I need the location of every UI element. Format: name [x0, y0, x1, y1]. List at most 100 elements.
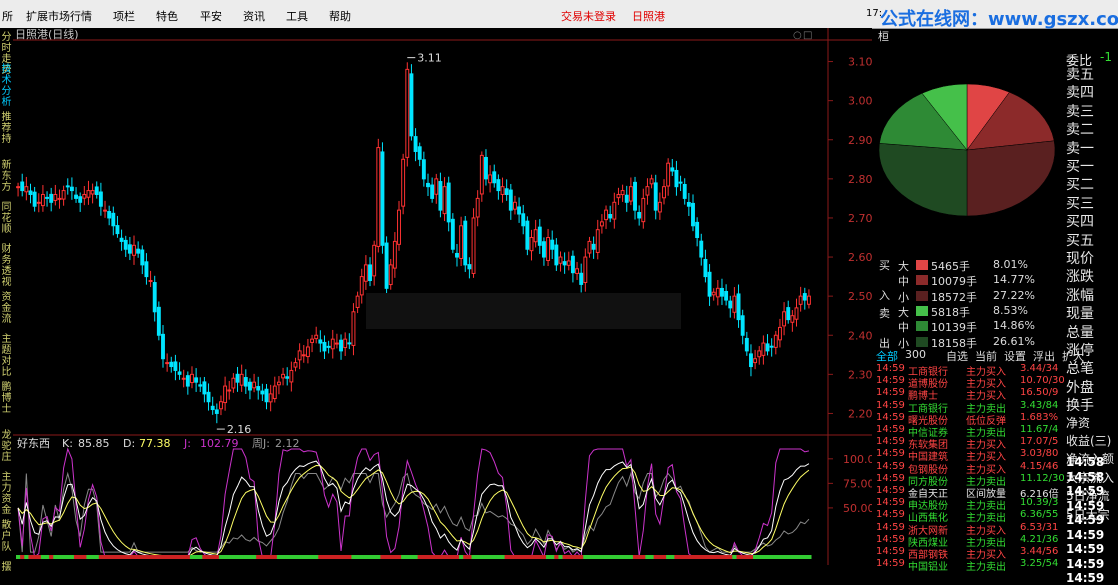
- indicator-tick-label: 100.00: [843, 453, 872, 466]
- flow-swatch: [916, 275, 928, 286]
- candle-body: [181, 377, 186, 380]
- quote-label: 买一: [1066, 159, 1094, 175]
- signal-bar: [73, 555, 79, 559]
- candle-body: [550, 239, 555, 250]
- quote-label: 买四: [1066, 214, 1094, 231]
- menu-bar: 所 扩展市场行情 项栏 特色 平安 资讯 工具 帮助 交易未登录 日照港 17:…: [0, 0, 1118, 30]
- sidebar-tab[interactable]: 推荐持: [0, 112, 13, 158]
- candle-body: [355, 295, 360, 308]
- signal-bar: [380, 555, 386, 559]
- candle-body: [190, 373, 194, 384]
- menu-item-columns[interactable]: 项栏: [113, 8, 135, 24]
- candle-body: [314, 334, 319, 340]
- signal-bar: [715, 555, 721, 559]
- main-chart[interactable]: 3.10 3.00 2.90 2.80 2.70 2.60 2.50 2.40 2.30 2.20…: [13, 28, 872, 565]
- low-price-label: 2.16: [227, 423, 252, 436]
- signal-bar: [736, 555, 742, 559]
- trade-filter-tab[interactable]: 设置: [1004, 348, 1026, 364]
- signal-bar: [388, 555, 394, 559]
- trade-filter-tab[interactable]: 自选: [946, 348, 968, 364]
- sidebar-tab[interactable]: 主力资金: [0, 472, 13, 518]
- indicator-week-label: 周J:: [252, 437, 270, 450]
- time-label: 14:59: [1066, 484, 1105, 498]
- candle-body: [144, 261, 149, 278]
- trade-value: 3.44/56: [1020, 546, 1059, 557]
- menu-item-help[interactable]: 帮助: [329, 8, 351, 24]
- candle-body: [591, 243, 596, 250]
- signal-bar: [728, 555, 733, 559]
- signal-bar: [649, 555, 655, 559]
- candle-body: [438, 181, 443, 211]
- tooltip-overlay: [366, 293, 681, 329]
- signal-bar: [401, 555, 406, 559]
- candle-body: [699, 240, 704, 258]
- quote-label: 买三: [1066, 195, 1094, 212]
- signal-bar: [525, 555, 530, 559]
- signal-bar: [421, 555, 427, 559]
- signal-bar: [637, 555, 642, 559]
- sidebar-tab[interactable]: 龙驼庄: [0, 430, 13, 470]
- menu-item-features[interactable]: 特色: [156, 8, 178, 24]
- sidebar-tab[interactable]: 鹏博士: [0, 382, 13, 428]
- candle-body: [256, 386, 261, 391]
- sidebar-tab[interactable]: 新东方: [0, 160, 13, 200]
- trade-filter-tab[interactable]: 300: [905, 348, 926, 361]
- candle-body: [517, 206, 522, 215]
- menu-item-pingan[interactable]: 平安: [200, 8, 222, 24]
- sidebar-tab[interactable]: 摆: [0, 562, 13, 582]
- candle-body: [670, 167, 675, 172]
- signal-bar: [562, 555, 568, 559]
- candle-body: [786, 307, 791, 321]
- candle-body: [744, 337, 749, 352]
- signal-bar: [198, 555, 203, 559]
- signal-bar: [521, 555, 526, 559]
- candle-body: [628, 186, 633, 202]
- candle-body: [728, 300, 733, 309]
- quote-value: -1: [1100, 50, 1112, 64]
- sidebar-tab[interactable]: 技术分析: [0, 64, 13, 110]
- signal-bar: [363, 555, 369, 559]
- candle-body: [753, 358, 758, 364]
- candle-body: [587, 240, 592, 254]
- candle-body: [74, 194, 78, 199]
- signal-bar: [326, 555, 332, 559]
- sidebar-tab[interactable]: 分时走势: [0, 32, 13, 76]
- candle-body: [305, 346, 310, 358]
- signal-bar: [459, 555, 464, 559]
- candle-body: [339, 339, 343, 352]
- menu-item-tools[interactable]: 工具: [286, 8, 308, 24]
- sidebar-tab[interactable]: 散户队: [0, 520, 13, 560]
- flow-size: 小: [898, 290, 909, 304]
- sidebar-tab[interactable]: 主题对比: [0, 334, 13, 380]
- candle-body: [488, 174, 493, 184]
- signal-bar: [82, 555, 87, 559]
- candle-body: [384, 242, 389, 289]
- trade-filter-tab[interactable]: 浮出: [1033, 348, 1055, 364]
- sidebar-tab[interactable]: 同花顺: [0, 202, 13, 242]
- signal-bar: [761, 555, 766, 559]
- sidebar-tab[interactable]: 资金流: [0, 292, 13, 332]
- signal-bar: [744, 555, 750, 559]
- menu-first[interactable]: 所: [2, 8, 13, 24]
- signal-bar: [351, 555, 357, 559]
- signal-bar: [189, 555, 195, 559]
- menu-item-extended-market[interactable]: 扩展市场行情: [26, 8, 92, 24]
- signal-bar: [794, 555, 800, 559]
- signal-bar: [529, 555, 535, 559]
- candle-body: [653, 182, 658, 211]
- candle-body: [20, 181, 25, 192]
- menu-item-news[interactable]: 资讯: [243, 8, 265, 24]
- signal-bar: [285, 555, 290, 559]
- trade-filter-tab[interactable]: 当前: [975, 348, 997, 364]
- signal-bar: [115, 555, 121, 559]
- signal-bar: [289, 555, 294, 559]
- signal-bar: [318, 555, 323, 559]
- candle-body: [65, 185, 70, 188]
- quote-label: 卖二: [1066, 122, 1094, 139]
- candle-body: [430, 184, 435, 199]
- sidebar-tab[interactable]: 财务透视: [0, 244, 13, 290]
- trade-filter-tab[interactable]: 全部: [876, 348, 898, 364]
- signal-bar: [550, 555, 555, 559]
- trade-login-status[interactable]: 交易未登录: [561, 8, 616, 24]
- candle-body: [525, 220, 530, 250]
